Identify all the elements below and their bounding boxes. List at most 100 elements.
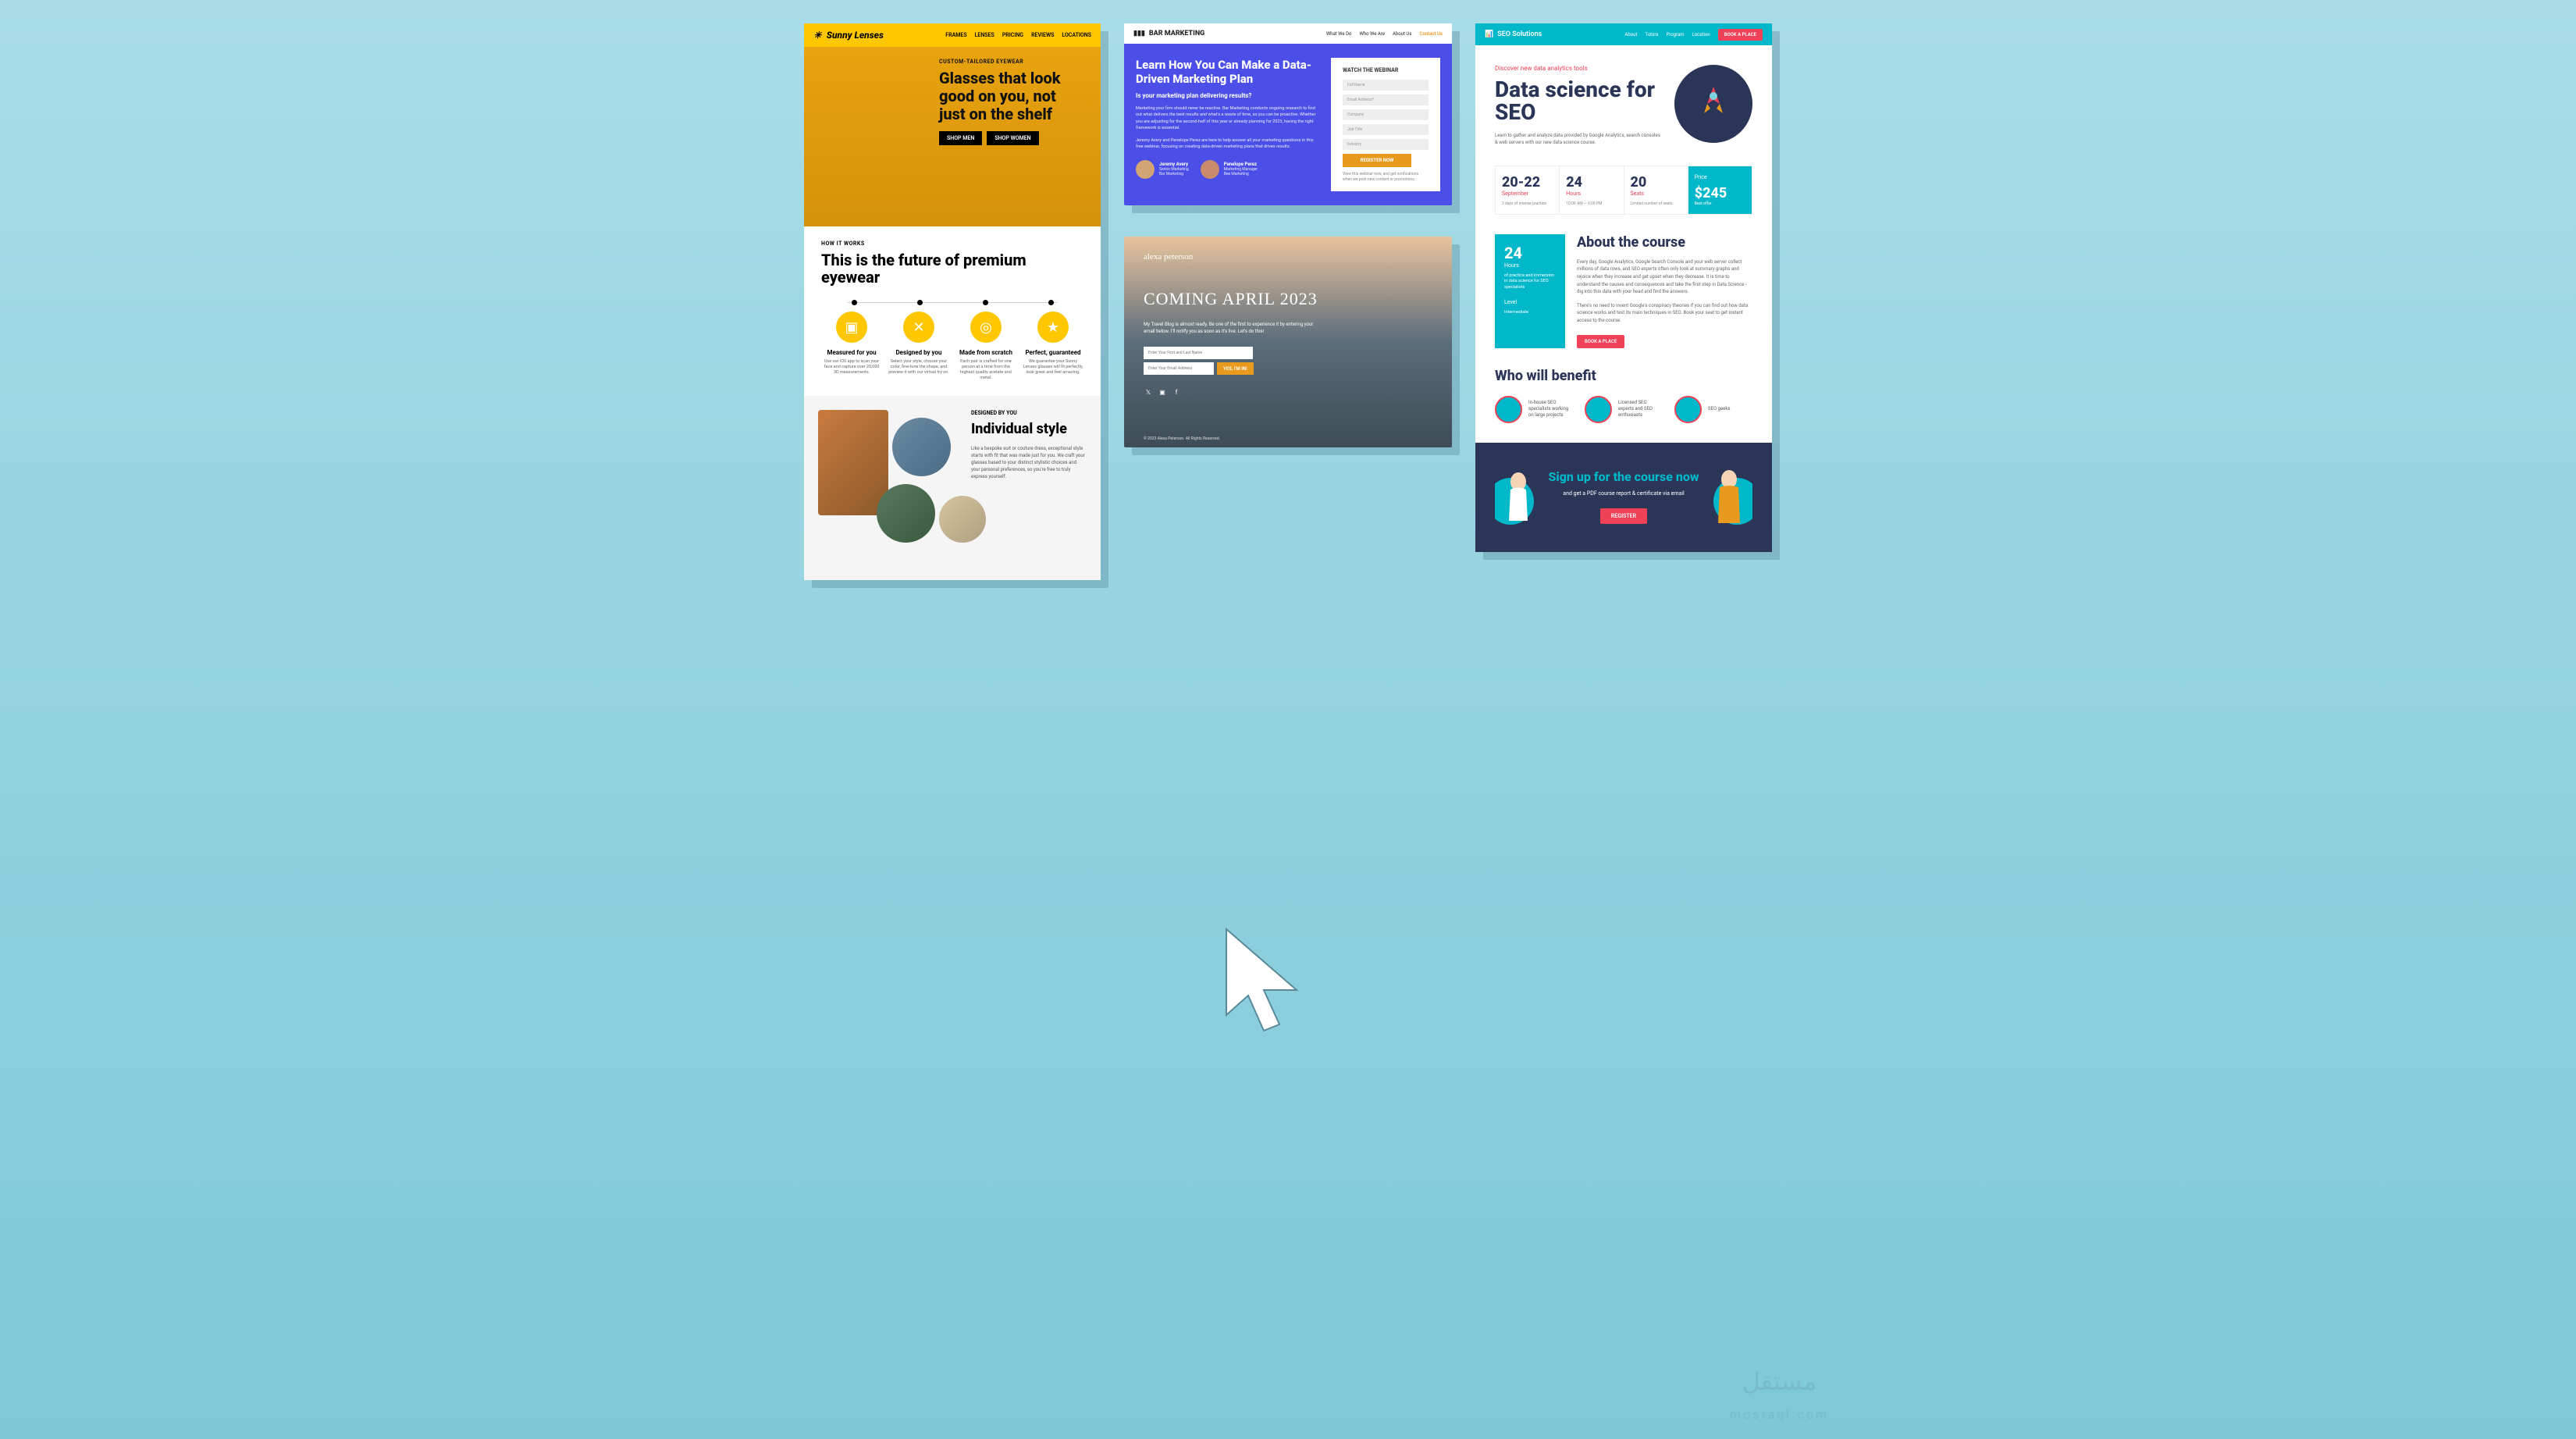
avatar bbox=[1201, 160, 1219, 179]
cursor-icon bbox=[1211, 921, 1320, 1046]
benefit-item: In-house SEO specialists working on larg… bbox=[1495, 396, 1573, 423]
hero-headline: Glasses that look good on you, not just … bbox=[939, 69, 1085, 123]
about-p2: There's no need to invent Google's consp… bbox=[1577, 302, 1752, 325]
input-email[interactable] bbox=[1144, 362, 1214, 375]
input-company[interactable]: Company bbox=[1343, 109, 1429, 120]
hero-headline: Data science for SEO bbox=[1495, 78, 1663, 124]
bar-paragraph: Jeremy Avery and Penelope Perez are here… bbox=[1136, 137, 1319, 151]
bar-marketing-template: ▮▮▮BAR MARKETING What We Do Who We Are A… bbox=[1124, 23, 1452, 205]
glasses-icon: ◎ bbox=[970, 312, 1002, 343]
hero-eyebrow: CUSTOM-TAILORED EYEWEAR bbox=[939, 59, 1085, 65]
course-sidebar: 24 Hours of practice and immersion in da… bbox=[1495, 234, 1565, 348]
person-image bbox=[892, 418, 951, 476]
input-industry[interactable]: Industry bbox=[1343, 139, 1429, 150]
feature-perfect: ★Perfect, guaranteedWe guarantee your Su… bbox=[1023, 312, 1083, 382]
hero-body: Learn to gather and analyze data provide… bbox=[1495, 132, 1663, 146]
input-name[interactable] bbox=[1144, 347, 1253, 359]
rocket-illustration bbox=[1674, 65, 1752, 143]
benefit-item: Licensed SEO experts and SEO enthusiasts bbox=[1585, 396, 1663, 423]
benefit-headline: Who will benefit bbox=[1495, 368, 1752, 384]
hero-eyebrow: Discover new data analytics tools bbox=[1495, 65, 1663, 72]
coming-soon-body: My Travel Blog is almost ready. Be one o… bbox=[1144, 321, 1317, 335]
seo-template: 📊SEO Solutions About Tutors Program Loca… bbox=[1475, 23, 1772, 552]
signup-cta: Sign up for the course now and get a PDF… bbox=[1475, 443, 1772, 552]
twitter-icon[interactable]: 𝕏 bbox=[1144, 387, 1153, 397]
feature-designed: ✕Designed by youSelect your style, choos… bbox=[888, 312, 949, 382]
seo-logo[interactable]: 📊SEO Solutions bbox=[1485, 30, 1542, 38]
person-icon bbox=[1674, 396, 1702, 423]
nav-lenses[interactable]: LENSES bbox=[975, 32, 994, 38]
brand-text: Sunny Lenses bbox=[827, 30, 884, 41]
avatar bbox=[1136, 160, 1155, 179]
site-name: alexa peterson bbox=[1144, 252, 1432, 262]
section-eyebrow: DESIGNED BY YOU bbox=[971, 410, 1087, 416]
star-icon: ★ bbox=[1037, 312, 1069, 343]
person-image bbox=[939, 496, 986, 543]
brand-text: BAR MARKETING bbox=[1149, 30, 1204, 37]
form-title: WATCH THE WEBINAR bbox=[1343, 67, 1429, 73]
nav-location[interactable]: Location bbox=[1692, 32, 1710, 37]
nav-who[interactable]: Who We Are bbox=[1359, 31, 1385, 37]
how-headline: This is the future of premium eyewear bbox=[821, 251, 1083, 286]
register-button[interactable]: REGISTER NOW bbox=[1343, 154, 1411, 167]
bar-logo[interactable]: ▮▮▮BAR MARKETING bbox=[1133, 30, 1204, 37]
input-email[interactable]: Email Address* bbox=[1343, 94, 1429, 105]
who-will-benefit: Who will benefit In-house SEO specialist… bbox=[1475, 368, 1772, 443]
nav-reviews[interactable]: REVIEWS bbox=[1031, 32, 1054, 38]
sunny-lenses-template: ☀ Sunny Lenses FRAMES LENSES PRICING REV… bbox=[804, 23, 1101, 580]
sun-icon: ☀ bbox=[813, 30, 822, 41]
facebook-icon[interactable]: f bbox=[1172, 387, 1181, 397]
book-button[interactable]: BOOK A PLACE bbox=[1718, 29, 1763, 41]
person-image bbox=[877, 484, 935, 543]
bar-headline: Learn How You Can Make a Data-Driven Mar… bbox=[1136, 58, 1319, 86]
pencil-icon: ✕ bbox=[903, 312, 934, 343]
social-links: 𝕏 ▣ f bbox=[1144, 387, 1432, 397]
about-course: 24 Hours of practice and immersion in da… bbox=[1495, 234, 1752, 348]
about-p1: Every day, Google Analytics, Google Sear… bbox=[1577, 258, 1752, 296]
seo-header: 📊SEO Solutions About Tutors Program Loca… bbox=[1475, 23, 1772, 45]
feature-made: ◎Made from scratchEach pair is crafted f… bbox=[955, 312, 1016, 382]
register-button[interactable]: REGISTER bbox=[1600, 508, 1647, 524]
footer-copyright: © 2023 Alexa Peterson. All Rights Reserv… bbox=[1144, 436, 1220, 441]
bar-paragraph: Marketing your firm should never be reac… bbox=[1136, 105, 1319, 131]
section-body: Like a bespoke suit or couture dress, ex… bbox=[971, 445, 1087, 480]
nav-contact[interactable]: Contact Us bbox=[1419, 31, 1443, 37]
benefit-item: SEO geeks bbox=[1674, 396, 1752, 423]
coming-soon-headline: COMING APRIL 2023 bbox=[1144, 289, 1432, 309]
form-note: View this webinar now, and get notificat… bbox=[1343, 172, 1429, 182]
nav-tutors[interactable]: Tutors bbox=[1645, 32, 1658, 37]
nav-about[interactable]: About Us bbox=[1393, 31, 1411, 37]
camera-icon: ▣ bbox=[836, 312, 867, 343]
sunny-logo[interactable]: ☀ Sunny Lenses bbox=[813, 30, 884, 41]
nav-locations[interactable]: LOCATIONS bbox=[1062, 32, 1091, 38]
nav-frames[interactable]: FRAMES bbox=[945, 32, 966, 38]
submit-button[interactable]: YES, I'M IN! bbox=[1217, 362, 1254, 375]
stat-seats: 20SeatsLimited number of seats bbox=[1624, 166, 1688, 214]
how-eyebrow: HOW IT WORKS bbox=[821, 240, 1083, 247]
stat-hours: 24Hours10:00 AM — 6:00 PM bbox=[1560, 166, 1624, 214]
bar-header: ▮▮▮BAR MARKETING What We Do Who We Are A… bbox=[1124, 23, 1452, 44]
stat-dates: 20-22September3 days of intense practice bbox=[1496, 166, 1560, 214]
how-it-works: HOW IT WORKS This is the future of premi… bbox=[804, 226, 1101, 396]
input-name[interactable]: Full Name bbox=[1343, 80, 1429, 91]
shop-men-button[interactable]: SHOP MEN bbox=[939, 131, 982, 145]
people-collage bbox=[818, 410, 959, 566]
cta-headline: Sign up for the course now bbox=[1542, 470, 1706, 484]
speaker-1: Jeremy AverySenior MarketingBar Marketin… bbox=[1136, 160, 1189, 179]
individual-style: DESIGNED BY YOU Individual style Like a … bbox=[804, 396, 1101, 580]
feature-measured: ▣Measured for youUse our iOS app to scan… bbox=[821, 312, 882, 382]
person-icon bbox=[1495, 396, 1522, 423]
chart-icon: 📊 bbox=[1485, 30, 1493, 38]
nav-program[interactable]: Program bbox=[1666, 32, 1684, 37]
about-headline: About the course bbox=[1577, 234, 1752, 251]
nav-what[interactable]: What We Do bbox=[1326, 31, 1352, 37]
input-job[interactable]: Job Title bbox=[1343, 124, 1429, 135]
nav-pricing[interactable]: PRICING bbox=[1002, 32, 1023, 38]
instagram-icon[interactable]: ▣ bbox=[1158, 387, 1167, 397]
nav-about[interactable]: About bbox=[1624, 32, 1637, 37]
webinar-form: WATCH THE WEBINAR Full Name Email Addres… bbox=[1331, 58, 1440, 191]
cta-body: and get a PDF course report & certificat… bbox=[1542, 490, 1706, 497]
bar-subhead: Is your marketing plan delivering result… bbox=[1136, 92, 1319, 99]
shop-women-button[interactable]: SHOP WOMEN bbox=[987, 131, 1038, 145]
book-button[interactable]: BOOK A PLACE bbox=[1577, 335, 1624, 348]
